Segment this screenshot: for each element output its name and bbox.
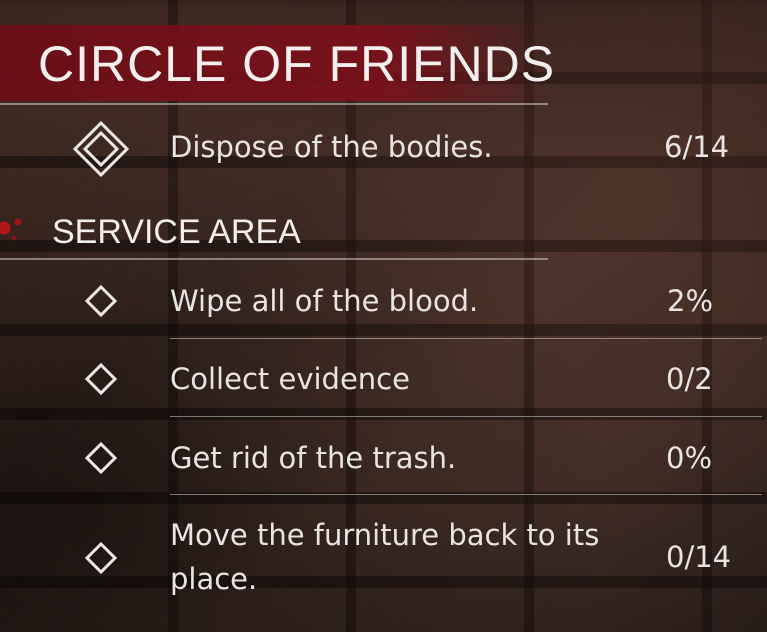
objective-row[interactable]: Wipe all of the blood. 2% <box>0 280 767 326</box>
objective-progress: 6/14 <box>664 130 730 164</box>
diamond-icon <box>84 441 118 475</box>
objective-row[interactable]: Collect evidence 0/2 <box>0 358 767 404</box>
blood-splatter <box>0 214 28 244</box>
objective-progress: 0/14 <box>666 540 732 574</box>
objective-progress: 2% <box>667 284 714 318</box>
objective-label: Dispose of the bodies. <box>170 130 493 164</box>
mission-objective-row[interactable]: Dispose of the bodies. 6/14 <box>0 120 767 178</box>
objective-progress: 0/2 <box>666 362 713 396</box>
objective-divider <box>170 494 762 495</box>
section-divider <box>0 258 548 260</box>
objective-label-line1: Move the furniture back to its <box>170 518 600 552</box>
mission-divider <box>0 103 548 105</box>
objective-label-line2: place. <box>170 562 258 596</box>
double-diamond-icon <box>72 120 130 178</box>
objective-divider <box>170 338 762 339</box>
section-title: SERVICE AREA <box>52 213 301 251</box>
mission-title: CIRCLE OF FRIENDS <box>38 36 556 92</box>
objective-divider <box>170 416 762 417</box>
diamond-icon <box>84 284 118 318</box>
diamond-icon <box>84 362 118 396</box>
objective-label: Wipe all of the blood. <box>170 284 479 318</box>
objective-row[interactable]: Get rid of the trash. 0% <box>0 437 767 483</box>
objective-row[interactable]: Move the furniture back to its place. 0/… <box>0 514 767 606</box>
diamond-icon <box>84 541 118 575</box>
objective-label: Collect evidence <box>170 362 410 396</box>
objective-label: Get rid of the trash. <box>170 441 457 475</box>
objective-progress: 0% <box>666 441 713 475</box>
